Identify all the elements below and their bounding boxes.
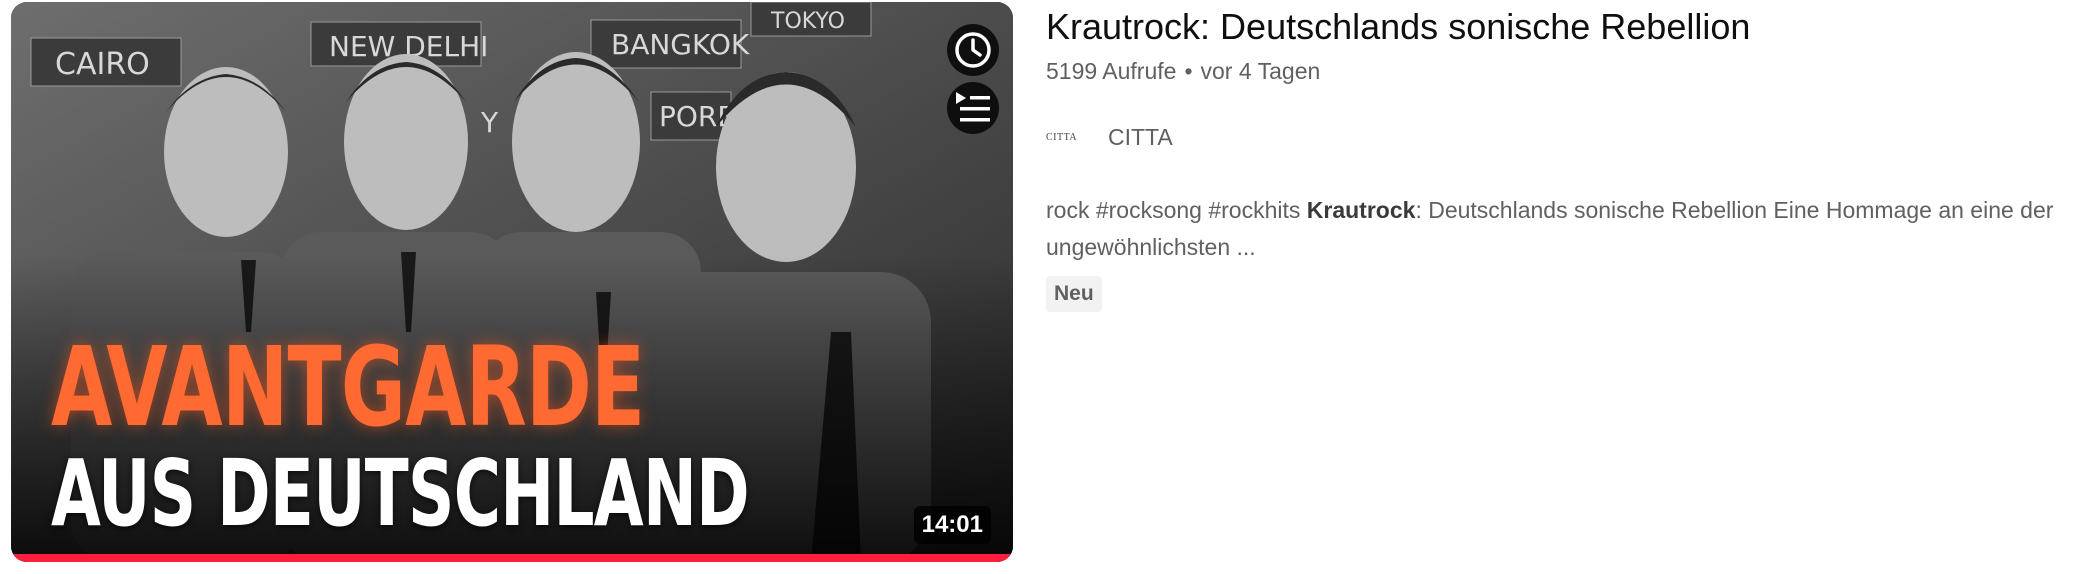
video-metadata: 5199 Aufrufe • vor 4 Tagen <box>1046 58 1320 85</box>
video-duration: 14:01 <box>913 506 991 544</box>
watch-later-button[interactable] <box>947 24 999 76</box>
thumbnail-headline-line2: AUS DEUTSCHLAND <box>51 440 750 547</box>
video-thumbnail[interactable]: CAIRO NEW DELHI BANGKOK TOKYO PORE Y <box>11 2 1013 562</box>
channel-name[interactable]: CITTA <box>1108 124 1173 151</box>
view-count: 5199 Aufrufe <box>1046 58 1177 84</box>
add-to-queue-button[interactable] <box>947 82 999 134</box>
video-title[interactable]: Krautrock: Deutschlands sonische Rebelli… <box>1046 6 1750 48</box>
thumbnail-headline-line1: AVANTGARDE <box>51 323 645 451</box>
add-to-queue-icon <box>956 92 990 122</box>
publish-date: vor 4 Tagen <box>1200 58 1321 84</box>
channel-link[interactable]: CITTA CITTA <box>1046 122 1173 152</box>
clock-icon <box>955 32 991 68</box>
video-description-snippet: rock #rocksong #rockhits Krautrock: Deut… <box>1046 192 2076 266</box>
description-prefix: rock #rocksong #rockhits <box>1046 197 1307 223</box>
channel-avatar[interactable]: CITTA <box>1046 122 1094 152</box>
meta-separator: • <box>1184 58 1193 84</box>
watch-progress-bar <box>11 554 1013 562</box>
new-badge: Neu <box>1046 276 1102 312</box>
description-highlight: Krautrock <box>1306 197 1416 223</box>
